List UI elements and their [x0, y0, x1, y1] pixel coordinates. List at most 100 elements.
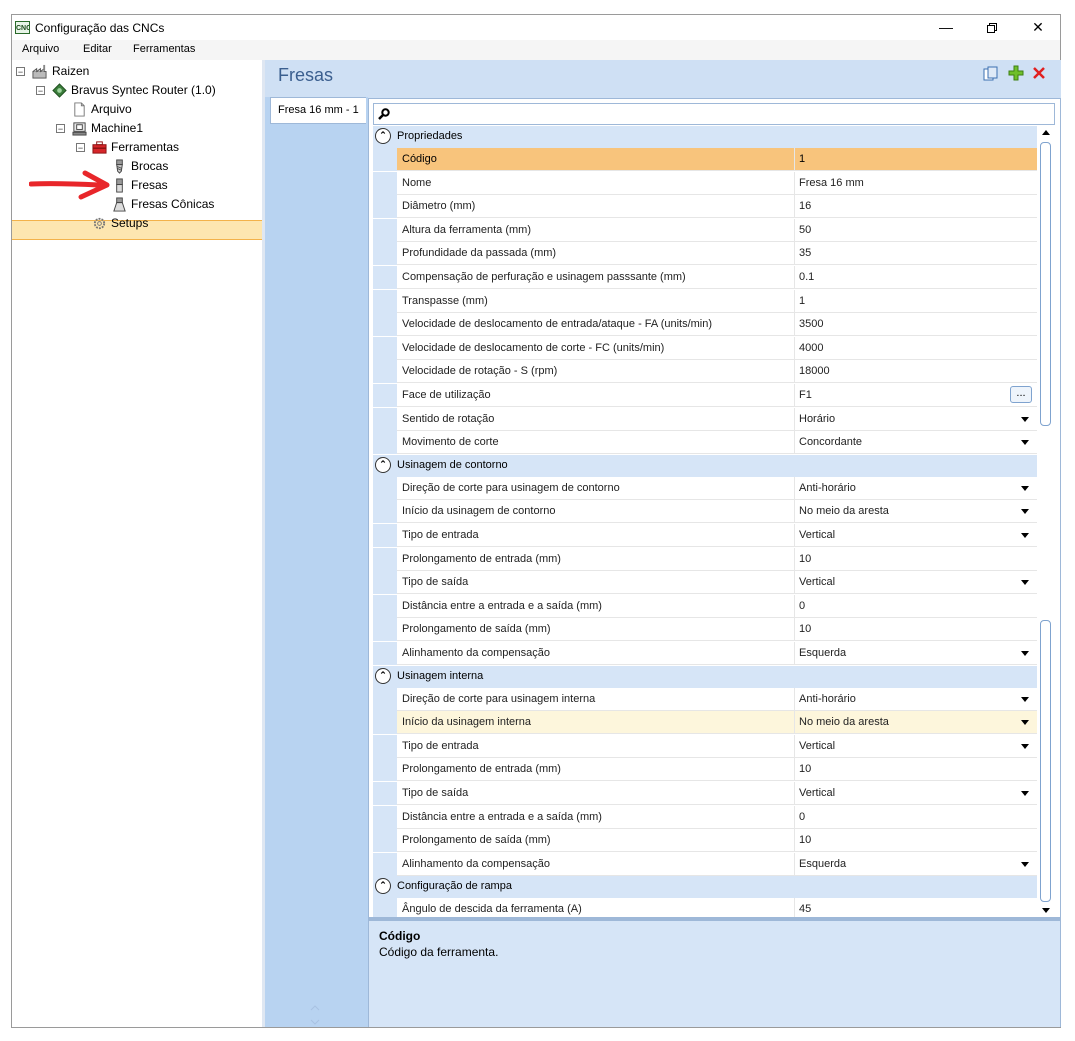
property-value[interactable]: 10 [799, 553, 811, 565]
property-row[interactable]: Prolongamento de entrada (mm) 10 [373, 548, 1037, 571]
dropdown-arrow-icon[interactable] [1021, 791, 1029, 796]
grid-scrollbar[interactable] [1038, 126, 1054, 917]
property-row[interactable]: Diâmetro (mm) 16 [373, 195, 1037, 218]
property-row[interactable]: Tipo de saída Vertical [373, 571, 1037, 594]
column-divider[interactable] [794, 898, 795, 917]
property-row[interactable]: Prolongamento de entrada (mm) 10 [373, 758, 1037, 781]
category-header[interactable]: ⌃ Configuração de rampa [373, 876, 1037, 899]
property-row[interactable]: Face de utilização F1... [373, 384, 1037, 407]
property-row[interactable]: Prolongamento de saída (mm) 10 [373, 829, 1037, 852]
property-value[interactable]: 45 [799, 903, 811, 915]
dropdown-arrow-icon[interactable] [1021, 486, 1029, 491]
minimize-button[interactable]: — [923, 15, 969, 40]
property-value[interactable]: No meio da aresta [799, 716, 889, 728]
scroll-down-icon[interactable] [310, 1019, 320, 1025]
property-row[interactable]: Transpasse (mm) 1 [373, 290, 1037, 313]
property-row[interactable]: Tipo de saída Vertical [373, 782, 1037, 805]
property-row[interactable]: Direção de corte para usinagem de contor… [373, 477, 1037, 500]
ellipsis-button[interactable]: ... [1010, 386, 1032, 403]
dropdown-arrow-icon[interactable] [1021, 440, 1029, 445]
property-value[interactable]: 0 [799, 811, 805, 823]
column-divider[interactable] [794, 548, 795, 571]
property-value[interactable]: 1 [799, 295, 805, 307]
property-row[interactable]: Início da usinagem de contorno No meio da… [373, 500, 1037, 523]
menu-ferramentas[interactable]: Ferramentas [133, 43, 195, 55]
collapse-category-icon[interactable]: ⌃ [375, 128, 391, 144]
column-divider[interactable] [794, 219, 795, 242]
property-value[interactable]: Vertical [799, 576, 835, 588]
property-value[interactable]: 1 [799, 153, 805, 165]
property-row[interactable]: Direção de corte para usinagem interna An… [373, 688, 1037, 711]
dropdown-arrow-icon[interactable] [1021, 651, 1029, 656]
search-input[interactable] [373, 103, 1055, 125]
dropdown-arrow-icon[interactable] [1021, 697, 1029, 702]
property-value[interactable]: Vertical [799, 529, 835, 541]
menu-arquivo[interactable]: Arquivo [22, 43, 59, 55]
column-divider[interactable] [794, 524, 795, 547]
property-value[interactable]: Fresa 16 mm [799, 177, 864, 189]
column-divider[interactable] [794, 618, 795, 641]
property-row[interactable]: Velocidade de deslocamento de corte - FC… [373, 337, 1037, 360]
property-row[interactable]: Distância entre a entrada e a saída (mm)… [373, 806, 1037, 829]
scroll-down-icon[interactable] [1042, 908, 1050, 914]
restore-button[interactable] [969, 15, 1015, 40]
category-header[interactable]: ⌃ Usinagem de contorno [373, 454, 1037, 477]
column-divider[interactable] [794, 595, 795, 618]
category-header[interactable]: ⌃ Usinagem interna [373, 665, 1037, 688]
property-row[interactable]: Tipo de entrada Vertical [373, 735, 1037, 758]
dropdown-arrow-icon[interactable] [1021, 744, 1029, 749]
property-row[interactable]: Alinhamento da compensação Esquerda [373, 642, 1037, 665]
column-divider[interactable] [794, 758, 795, 781]
column-divider[interactable] [794, 500, 795, 523]
column-divider[interactable] [794, 782, 795, 805]
dropdown-arrow-icon[interactable] [1021, 417, 1029, 422]
column-divider[interactable] [794, 195, 795, 218]
property-value[interactable]: 10 [799, 834, 811, 846]
dropdown-arrow-icon[interactable] [1021, 862, 1029, 867]
property-row[interactable]: Velocidade de deslocamento de entrada/at… [373, 313, 1037, 336]
column-divider[interactable] [794, 735, 795, 758]
tab-fresa-16mm[interactable]: Fresa 16 mm - 1 [270, 97, 366, 124]
scroll-thumb[interactable] [1040, 142, 1051, 426]
collapse-category-icon[interactable]: ⌃ [375, 878, 391, 895]
property-value[interactable]: F1 [799, 389, 812, 401]
column-divider[interactable] [794, 688, 795, 711]
property-value[interactable]: Concordante [799, 436, 862, 448]
collapse-category-icon[interactable]: ⌃ [375, 456, 391, 473]
copy-icon[interactable] [983, 66, 999, 82]
column-divider[interactable] [794, 711, 795, 734]
collapse-icon[interactable]: − [56, 124, 65, 134]
property-value[interactable]: 4000 [799, 342, 823, 354]
collapse-category-icon[interactable]: ⌃ [375, 667, 391, 684]
property-value[interactable]: Esquerda [799, 647, 846, 659]
property-row[interactable]: Distância entre a entrada e a saída (mm)… [373, 595, 1037, 618]
category-header[interactable]: ⌃ Propriedades [373, 126, 1037, 148]
scroll-up-icon[interactable] [310, 1005, 320, 1011]
column-divider[interactable] [794, 290, 795, 313]
column-divider[interactable] [794, 384, 795, 407]
property-value[interactable]: 18000 [799, 365, 830, 377]
column-divider[interactable] [794, 477, 795, 500]
property-value[interactable]: Vertical [799, 787, 835, 799]
property-row[interactable]: Prolongamento de saída (mm) 10 [373, 618, 1037, 641]
dropdown-arrow-icon[interactable] [1021, 720, 1029, 725]
property-value[interactable]: No meio da aresta [799, 505, 889, 517]
column-divider[interactable] [794, 148, 795, 171]
property-row[interactable]: Início da usinagem interna No meio da are… [373, 711, 1037, 734]
column-divider[interactable] [794, 172, 795, 195]
dropdown-arrow-icon[interactable] [1021, 509, 1029, 514]
property-value[interactable]: Vertical [799, 740, 835, 752]
property-row[interactable]: Tipo de entrada Vertical [373, 524, 1037, 547]
delete-icon[interactable] [1032, 66, 1046, 80]
property-value[interactable]: 50 [799, 224, 811, 236]
dropdown-arrow-icon[interactable] [1021, 533, 1029, 538]
column-divider[interactable] [794, 266, 795, 289]
property-value[interactable]: Anti-horário [799, 693, 856, 705]
column-divider[interactable] [794, 571, 795, 594]
property-row[interactable]: Profundidade da passada (mm) 35 [373, 242, 1037, 265]
column-divider[interactable] [794, 431, 795, 454]
collapse-icon[interactable]: − [16, 67, 25, 77]
column-divider[interactable] [794, 853, 795, 876]
dropdown-arrow-icon[interactable] [1021, 580, 1029, 585]
property-row[interactable]: Nome Fresa 16 mm [373, 172, 1037, 195]
